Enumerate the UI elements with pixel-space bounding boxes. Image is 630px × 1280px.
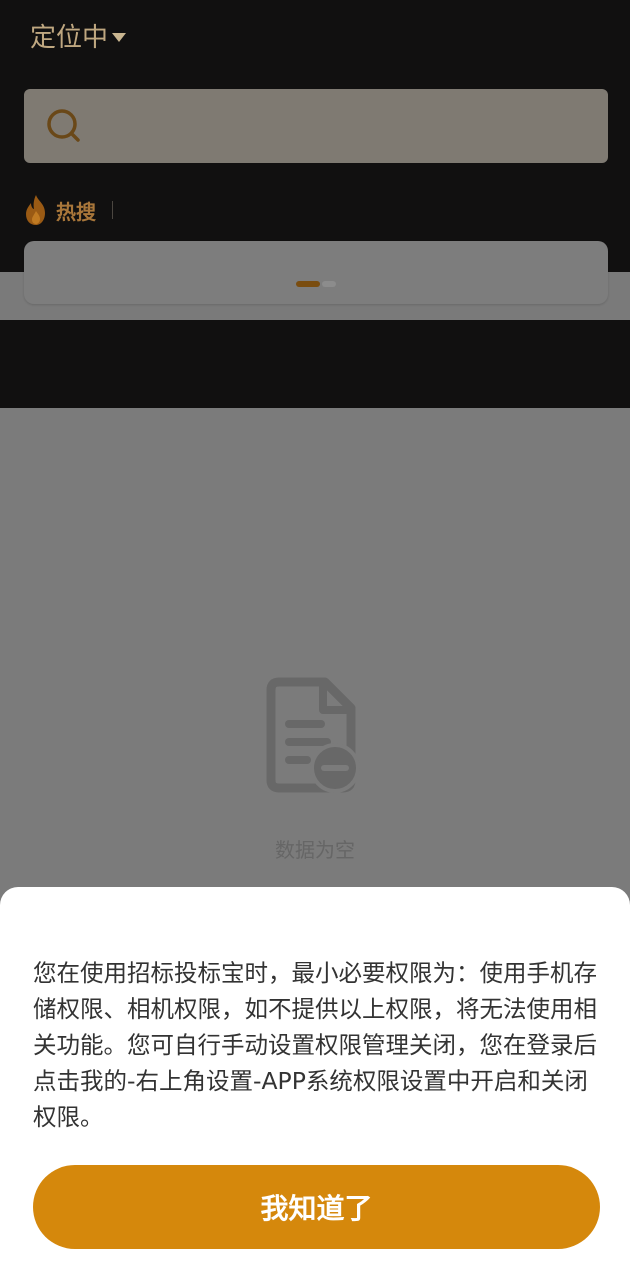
carousel-dot (322, 281, 336, 287)
confirm-button[interactable]: 我知道了 (33, 1165, 600, 1249)
search-input[interactable] (24, 89, 608, 163)
permission-dialog: 您在使用招标投标宝时，最小必要权限为：使用手机存储权限、相机权限，如不提供以上权… (0, 887, 630, 1280)
caret-down-icon (112, 32, 127, 42)
empty-state-text: 数据为空 (275, 838, 355, 862)
header: 定位中 热搜 (0, 0, 630, 408)
location-label: 定位中 (30, 23, 109, 53)
hot-search-row: 热搜 (22, 192, 113, 228)
carousel-dot-active (296, 281, 320, 287)
carousel-indicator (296, 281, 336, 287)
permission-message: 您在使用招标投标宝时，最小必要权限为：使用手机存储权限、相机权限，如不提供以上权… (33, 959, 597, 1131)
empty-document-icon (266, 677, 360, 793)
hot-search-label: 热搜 (56, 199, 96, 224)
banner-carousel[interactable] (24, 241, 608, 304)
flame-icon (26, 195, 45, 225)
location-selector[interactable]: 定位中 (30, 20, 127, 56)
divider (112, 201, 113, 219)
search-icon (47, 109, 80, 142)
empty-state: 数据为空 (0, 676, 630, 863)
